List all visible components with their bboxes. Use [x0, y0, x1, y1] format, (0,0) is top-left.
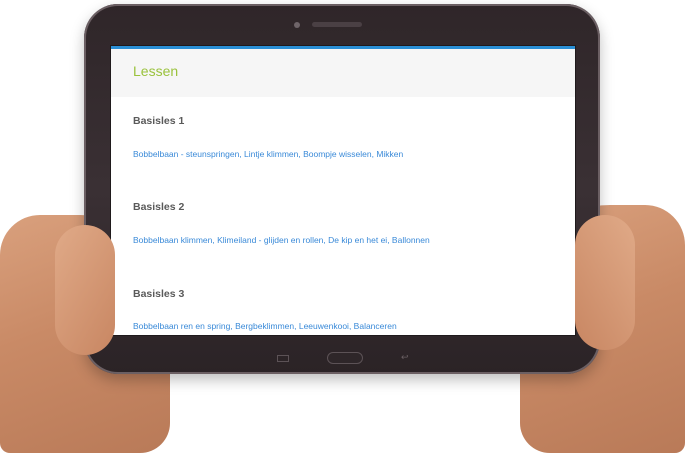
lesson-title-3: Basisles 3: [133, 288, 185, 300]
speaker-grill: [312, 22, 362, 27]
lesson-title-2: Basisles 2: [133, 201, 185, 213]
tablet-screen: Lessen Basisles 1 Bobbelbaan - steunspri…: [110, 45, 576, 336]
lesson-link-2[interactable]: Bobbelbaan klimmen, Klimeiland - glijden…: [133, 235, 430, 245]
home-button[interactable]: [327, 352, 363, 364]
right-thumb: [575, 215, 635, 350]
page-header: Lessen: [111, 46, 575, 97]
left-thumb: [55, 225, 115, 355]
lesson-link-1[interactable]: Bobbelbaan - steunspringen, Lintje klimm…: [133, 149, 403, 159]
back-icon[interactable]: ↩: [401, 352, 411, 362]
menu-icon[interactable]: [277, 355, 289, 362]
camera-icon: [294, 22, 300, 28]
lesson-title-1: Basisles 1: [133, 115, 185, 127]
page-title: Lessen: [133, 63, 179, 79]
lesson-link-3[interactable]: Bobbelbaan ren en spring, Bergbeklimmen,…: [133, 321, 397, 331]
